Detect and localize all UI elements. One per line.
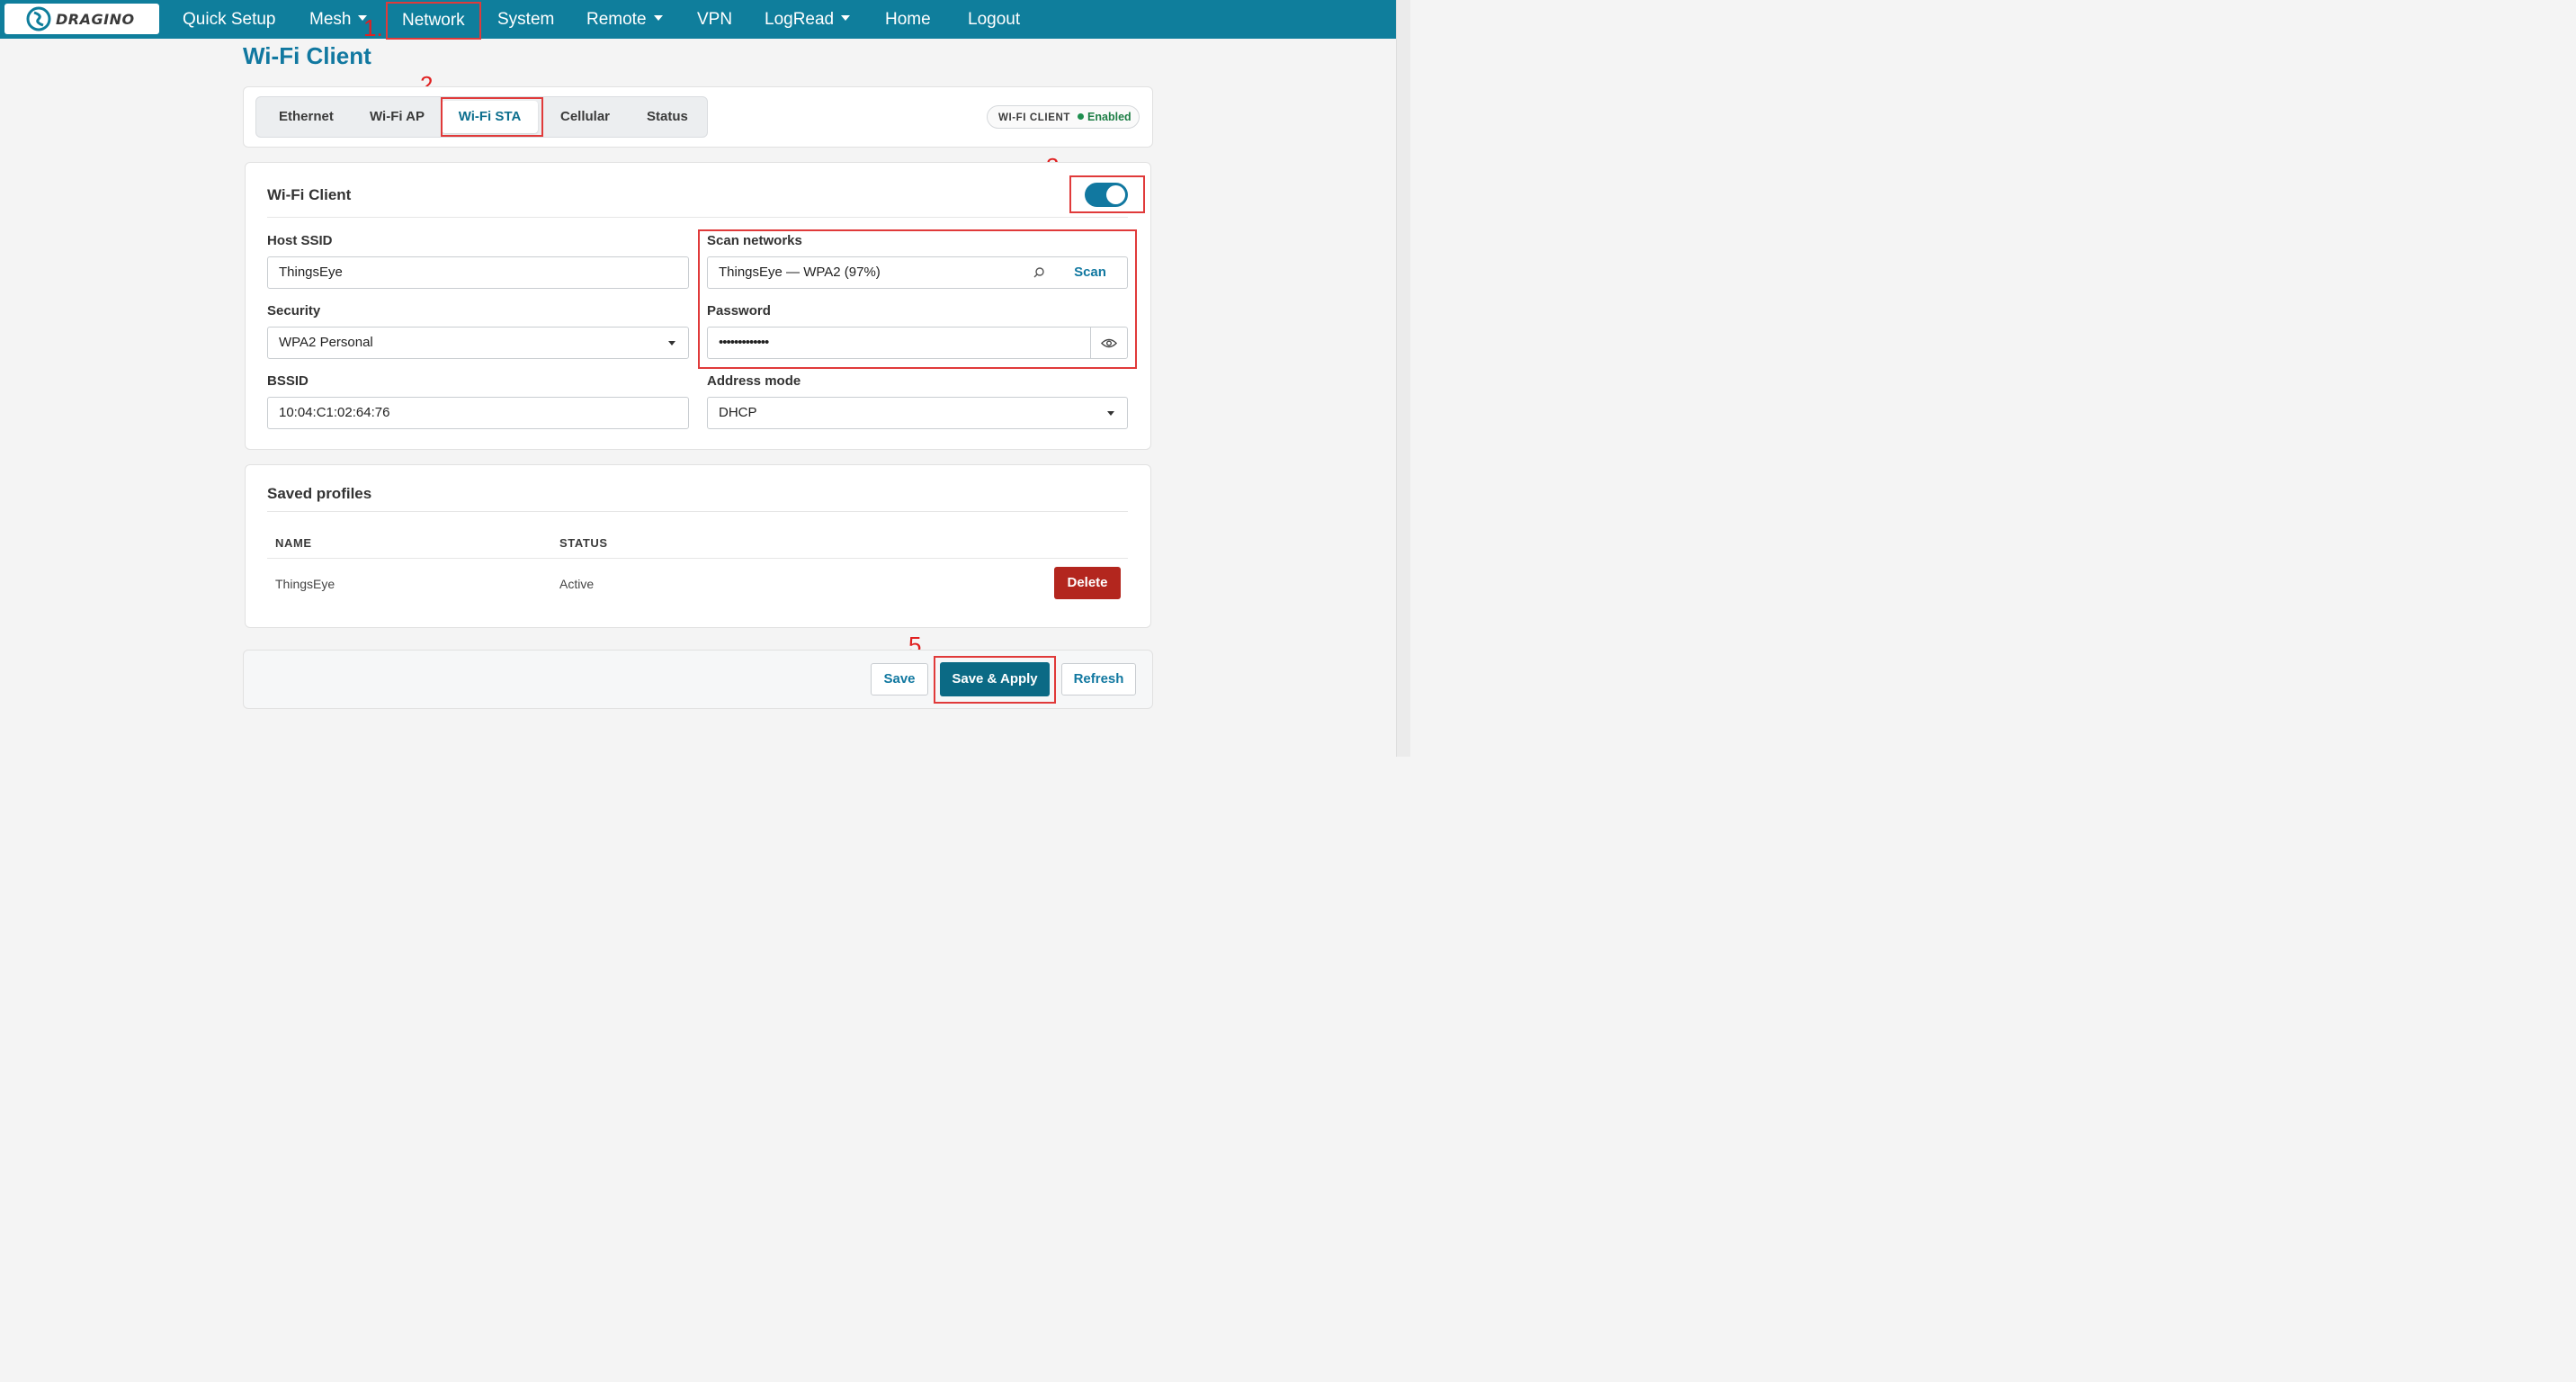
divider — [267, 511, 1128, 512]
save-button[interactable]: Save — [871, 663, 928, 695]
bssid-input[interactable]: 10:04:C1:02:64:76 — [267, 397, 689, 429]
password-label: Password — [707, 303, 771, 319]
wifi-client-status-badge: WI-FI CLIENT Enabled — [987, 105, 1140, 129]
caret-down-icon — [841, 15, 851, 22]
tab-cellular[interactable]: Cellular — [560, 97, 610, 137]
status-dot-icon — [1078, 113, 1085, 120]
nav-label: Quick Setup — [183, 10, 276, 29]
address-mode-select[interactable]: DHCP — [707, 397, 1128, 429]
tab-wifi-ap[interactable]: Wi-Fi AP — [370, 97, 425, 137]
security-label: Security — [267, 303, 321, 319]
page-scrollbar[interactable] — [1396, 0, 1410, 757]
refresh-button[interactable]: Refresh — [1061, 663, 1136, 695]
profile-name: ThingsEye — [275, 577, 335, 591]
security-value: WPA2 Personal — [279, 335, 373, 350]
delete-profile-button[interactable]: Delete — [1054, 567, 1121, 599]
nav-label: Home — [885, 10, 931, 29]
nav-label: Remote — [586, 10, 647, 29]
profile-status: Active — [559, 577, 595, 591]
nav-label: System — [497, 10, 555, 29]
status-badge-value: Enabled — [1087, 111, 1131, 123]
annotation-step-1: 1. — [363, 14, 383, 41]
chevron-down-icon — [668, 341, 675, 346]
search-icon — [1033, 267, 1044, 278]
saved-profiles-title: Saved profiles — [267, 485, 372, 502]
nav-vpn[interactable]: VPN — [697, 0, 732, 39]
nav-logread[interactable]: LogRead — [765, 0, 851, 39]
nav-mesh[interactable]: Mesh — [309, 0, 368, 39]
nav-label: Network — [402, 11, 465, 30]
bssid-label: BSSID — [267, 373, 309, 389]
host-ssid-input[interactable]: ThingsEye — [267, 256, 689, 289]
tab-ethernet[interactable]: Ethernet — [279, 97, 334, 137]
save-apply-button[interactable]: Save & Apply — [940, 662, 1050, 696]
nav-label: Logout — [968, 10, 1021, 29]
wifi-client-enable-toggle[interactable] — [1085, 183, 1128, 207]
nav-quick-setup[interactable]: Quick Setup — [183, 0, 276, 39]
nav-remote[interactable]: Remote — [586, 0, 663, 39]
address-mode-value: DHCP — [719, 405, 757, 420]
status-badge-label: WI-FI CLIENT — [998, 112, 1071, 123]
divider — [267, 558, 1128, 559]
nav-label: VPN — [697, 10, 733, 29]
password-input[interactable]: ••••••••••••• — [707, 327, 1091, 359]
show-password-button[interactable] — [1090, 327, 1128, 359]
divider — [267, 217, 1128, 218]
chevron-down-icon — [1107, 411, 1114, 416]
nav-network[interactable]: Network — [386, 2, 481, 40]
column-header-name: NAME — [275, 536, 312, 550]
scan-networks-label: Scan networks — [707, 233, 802, 248]
scan-button[interactable]: Scan — [1053, 256, 1128, 289]
nav-system[interactable]: System — [497, 0, 554, 39]
column-header-status: STATUS — [559, 536, 608, 550]
wifi-client-title: Wi-Fi Client — [267, 186, 352, 203]
brand-name: DRAGINO — [56, 10, 135, 28]
saved-profiles-card — [245, 464, 1151, 628]
caret-down-icon — [653, 15, 663, 22]
nav-label: Mesh — [309, 10, 352, 29]
nav-home[interactable]: Home — [885, 0, 931, 39]
dragino-logo-icon — [26, 6, 51, 31]
scan-networks-select[interactable]: ThingsEye — WPA2 (97%) — [707, 256, 1054, 289]
security-select[interactable]: WPA2 Personal — [267, 327, 689, 359]
brand-logo[interactable]: DRAGINO — [4, 4, 159, 34]
host-ssid-label: Host SSID — [267, 233, 333, 248]
address-mode-label: Address mode — [707, 373, 801, 389]
toggle-knob — [1106, 185, 1125, 204]
tab-wifi-sta[interactable]: Wi-Fi STA — [442, 101, 538, 133]
nav-logout[interactable]: Logout — [968, 0, 1020, 39]
tab-status[interactable]: Status — [647, 97, 688, 137]
top-navbar: DRAGINO Quick Setup Mesh Network System … — [0, 0, 1396, 40]
nav-label: LogRead — [765, 10, 835, 29]
eye-icon — [1101, 338, 1117, 348]
page-title: Wi-Fi Client — [243, 42, 371, 69]
network-tabs: Ethernet Wi-Fi AP Wi-Fi STA Cellular Sta… — [255, 96, 708, 138]
